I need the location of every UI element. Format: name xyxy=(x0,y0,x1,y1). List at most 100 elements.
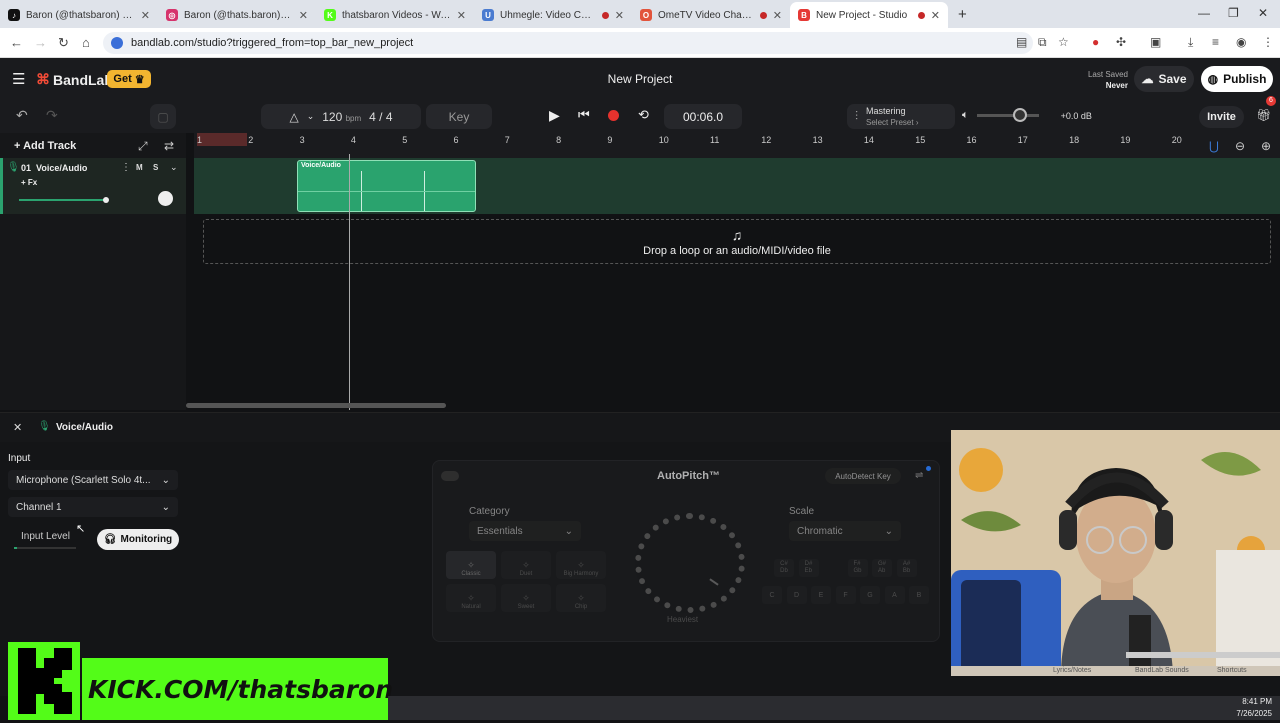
rewind-icon[interactable]: ⏮ xyxy=(578,107,590,123)
site-info-icon[interactable] xyxy=(111,37,123,49)
tab-close-icon[interactable]: ✕ xyxy=(457,9,466,22)
speaker-icon[interactable]: 🔈︎ xyxy=(962,109,969,122)
snap-magnet-icon[interactable]: ⋃ xyxy=(1209,139,1219,153)
loop-region[interactable] xyxy=(197,133,247,146)
hamburger-menu-icon[interactable]: ☰ xyxy=(12,70,25,88)
autodetect-key-button[interactable]: AutoDetect Key xyxy=(825,468,901,484)
add-track-button[interactable]: + Add Track xyxy=(14,140,76,152)
scale-key-natural[interactable]: C xyxy=(762,586,782,604)
browser-tab[interactable]: ♪ Baron (@thatsbaron) | TikTok ✕ xyxy=(0,2,158,28)
track-expand-icon[interactable]: ⌄ xyxy=(170,162,178,173)
track-volume-knob[interactable] xyxy=(103,197,109,203)
browser-menu-icon[interactable]: ⋮ xyxy=(1262,35,1274,49)
key-button[interactable]: Key xyxy=(426,104,492,129)
channel-select[interactable]: Channel 1 ⌄ xyxy=(8,497,178,517)
get-membership-button[interactable]: Get ♛ xyxy=(107,70,151,88)
autopitch-mode-button[interactable]: ✧ Classic xyxy=(446,551,496,579)
track-volume-slider[interactable] xyxy=(19,197,109,203)
input-device-select[interactable]: Microphone (Scarlett Solo 4t... ⌄ xyxy=(8,470,178,490)
browser-tab[interactable]: Kthatsbaron Videos - Watch On Kick ✕ xyxy=(316,2,474,28)
profile-avatar-icon[interactable]: ◉ xyxy=(1236,35,1246,49)
scale-key-natural[interactable]: E xyxy=(811,586,831,604)
install-app-icon[interactable]: ⧉ xyxy=(1038,35,1047,50)
system-clock[interactable]: 8:41 PM 7/26/2025 xyxy=(1236,696,1272,720)
minimize-icon[interactable]: — xyxy=(1198,6,1210,20)
scale-key-sharp[interactable]: C# Db xyxy=(774,559,794,577)
mute-button[interactable]: M xyxy=(136,163,143,172)
track-header-voice-audio[interactable]: 🎙︎ 01 Voice/Audio ⋮ M S ⌄ + Fx xyxy=(0,158,186,214)
browser-tab[interactable]: O OmeTV Video Chat — Omegle ✕ xyxy=(632,2,790,28)
forward-icon[interactable]: → xyxy=(34,35,47,50)
undo-icon[interactable]: ↶ xyxy=(16,107,28,124)
tool-icon[interactable]: ▢ xyxy=(150,104,176,129)
url-field[interactable]: bandlab.com/studio?triggered_from=top_ba… xyxy=(103,32,1033,54)
timeline-ruler[interactable]: 1 2 3 4 5 6 7 8 9 10 11 12 13 14 15 16 17 18 19 20 xyxy=(194,133,1280,158)
invite-button[interactable]: Invite xyxy=(1199,106,1244,128)
volume-slider[interactable] xyxy=(976,108,1039,122)
extensions-icon[interactable]: ✣ xyxy=(1116,35,1126,49)
autopitch-mode-button[interactable]: ✧ Chip xyxy=(556,584,606,612)
autopitch-toggle[interactable] xyxy=(441,471,459,481)
bookmark-star-icon[interactable]: ☆ xyxy=(1058,35,1069,49)
drop-zone[interactable]: ♫ Drop a loop or an audio/MIDI/video fil… xyxy=(203,219,1271,264)
add-fx-button[interactable]: + Fx xyxy=(21,178,37,187)
home-icon[interactable]: ⌂ xyxy=(82,35,90,50)
restore-icon[interactable]: ❐ xyxy=(1228,6,1239,20)
monitoring-button[interactable]: 🎧︎ Monitoring xyxy=(97,529,179,550)
autopitch-mode-button[interactable]: ✧ Duet xyxy=(501,551,551,579)
loop-icon[interactable]: ⟲ xyxy=(638,107,649,123)
tab-close-icon[interactable]: ✕ xyxy=(773,9,782,22)
redo-icon[interactable]: ↷ xyxy=(46,107,58,124)
close-panel-icon[interactable]: ✕ xyxy=(13,421,22,434)
zoom-in-icon[interactable]: ⊕ xyxy=(1261,139,1271,153)
close-window-icon[interactable]: ✕ xyxy=(1258,6,1268,20)
scale-key-sharp[interactable]: D# Eb xyxy=(798,559,819,577)
horizontal-scrollbar[interactable] xyxy=(186,403,446,408)
browser-tab[interactable]: U Uhmegle: Video Chat | Omegle ✕ xyxy=(474,2,632,28)
browser-tab[interactable]: B New Project - Studio ✕ xyxy=(790,2,948,28)
browser-tab[interactable]: ◎ Baron (@thats.baron) • Instagram ✕ xyxy=(158,2,316,28)
scale-key-sharp[interactable]: A# Bb xyxy=(896,559,917,577)
metronome-dropdown-icon[interactable]: ⌄ xyxy=(307,111,315,122)
zoom-out-icon[interactable]: ⊖ xyxy=(1235,139,1245,153)
save-button[interactable]: ☁ Save xyxy=(1134,66,1194,92)
autopitch-knob[interactable] xyxy=(635,513,745,613)
scale-key-sharp[interactable]: F# Gb xyxy=(847,559,868,577)
media-icon[interactable]: ≡ xyxy=(1212,35,1219,49)
tab-close-icon[interactable]: ✕ xyxy=(299,9,308,22)
reader-icon[interactable]: ▤ xyxy=(1016,35,1027,49)
automation-icon[interactable]: ⤢ xyxy=(138,139,148,154)
volume-knob[interactable] xyxy=(1012,108,1027,122)
scale-key-natural[interactable]: B xyxy=(909,586,929,604)
project-title[interactable]: New Project xyxy=(540,72,740,86)
playhead[interactable] xyxy=(349,154,350,410)
scale-key-natural[interactable]: G xyxy=(860,586,880,604)
time-signature[interactable]: 4 / 4 xyxy=(369,110,392,124)
scale-key-natural[interactable]: A xyxy=(884,586,905,604)
audio-clip[interactable]: Voice/Audio xyxy=(297,160,476,212)
tab-close-icon[interactable]: ✕ xyxy=(615,9,624,22)
bpm-field[interactable]: 120 bpm xyxy=(322,110,361,124)
opera-extension-icon[interactable]: ● xyxy=(1092,35,1099,49)
bandlab-logo[interactable]: ⌘ BandLab xyxy=(36,71,113,88)
download-icon[interactable]: ⤓ xyxy=(1188,35,1193,50)
play-icon[interactable]: ▶ xyxy=(549,107,560,124)
autopitch-mode-button[interactable]: ✧ Natural xyxy=(446,584,496,612)
publish-button[interactable]: ◍ Publish xyxy=(1201,66,1273,92)
scale-select[interactable]: Chromatic ⌄ xyxy=(789,521,901,541)
metronome-icon[interactable]: △ xyxy=(289,110,298,124)
category-select[interactable]: Essentials ⌄ xyxy=(469,521,581,541)
tab-close-icon[interactable]: ✕ xyxy=(931,9,940,22)
track-settings-icon[interactable]: ⇄ xyxy=(164,139,174,153)
gift-icon[interactable]: 🎁︎ xyxy=(1256,108,1271,122)
record-button[interactable] xyxy=(608,110,619,124)
autopitch-mode-button[interactable]: ✧ Big Harmony xyxy=(556,551,606,579)
swap-icon[interactable]: ⇌ xyxy=(915,470,923,481)
new-tab-button[interactable]: + xyxy=(958,6,967,23)
back-icon[interactable]: ← xyxy=(10,35,23,50)
track-pan-knob[interactable] xyxy=(158,191,173,206)
mastering-button[interactable]: ⫶ Mastering Select Preset › xyxy=(847,104,955,129)
solo-button[interactable]: S xyxy=(153,163,158,172)
track-name[interactable]: 01 Voice/Audio xyxy=(21,163,87,173)
scale-key-natural[interactable]: D xyxy=(786,586,807,604)
